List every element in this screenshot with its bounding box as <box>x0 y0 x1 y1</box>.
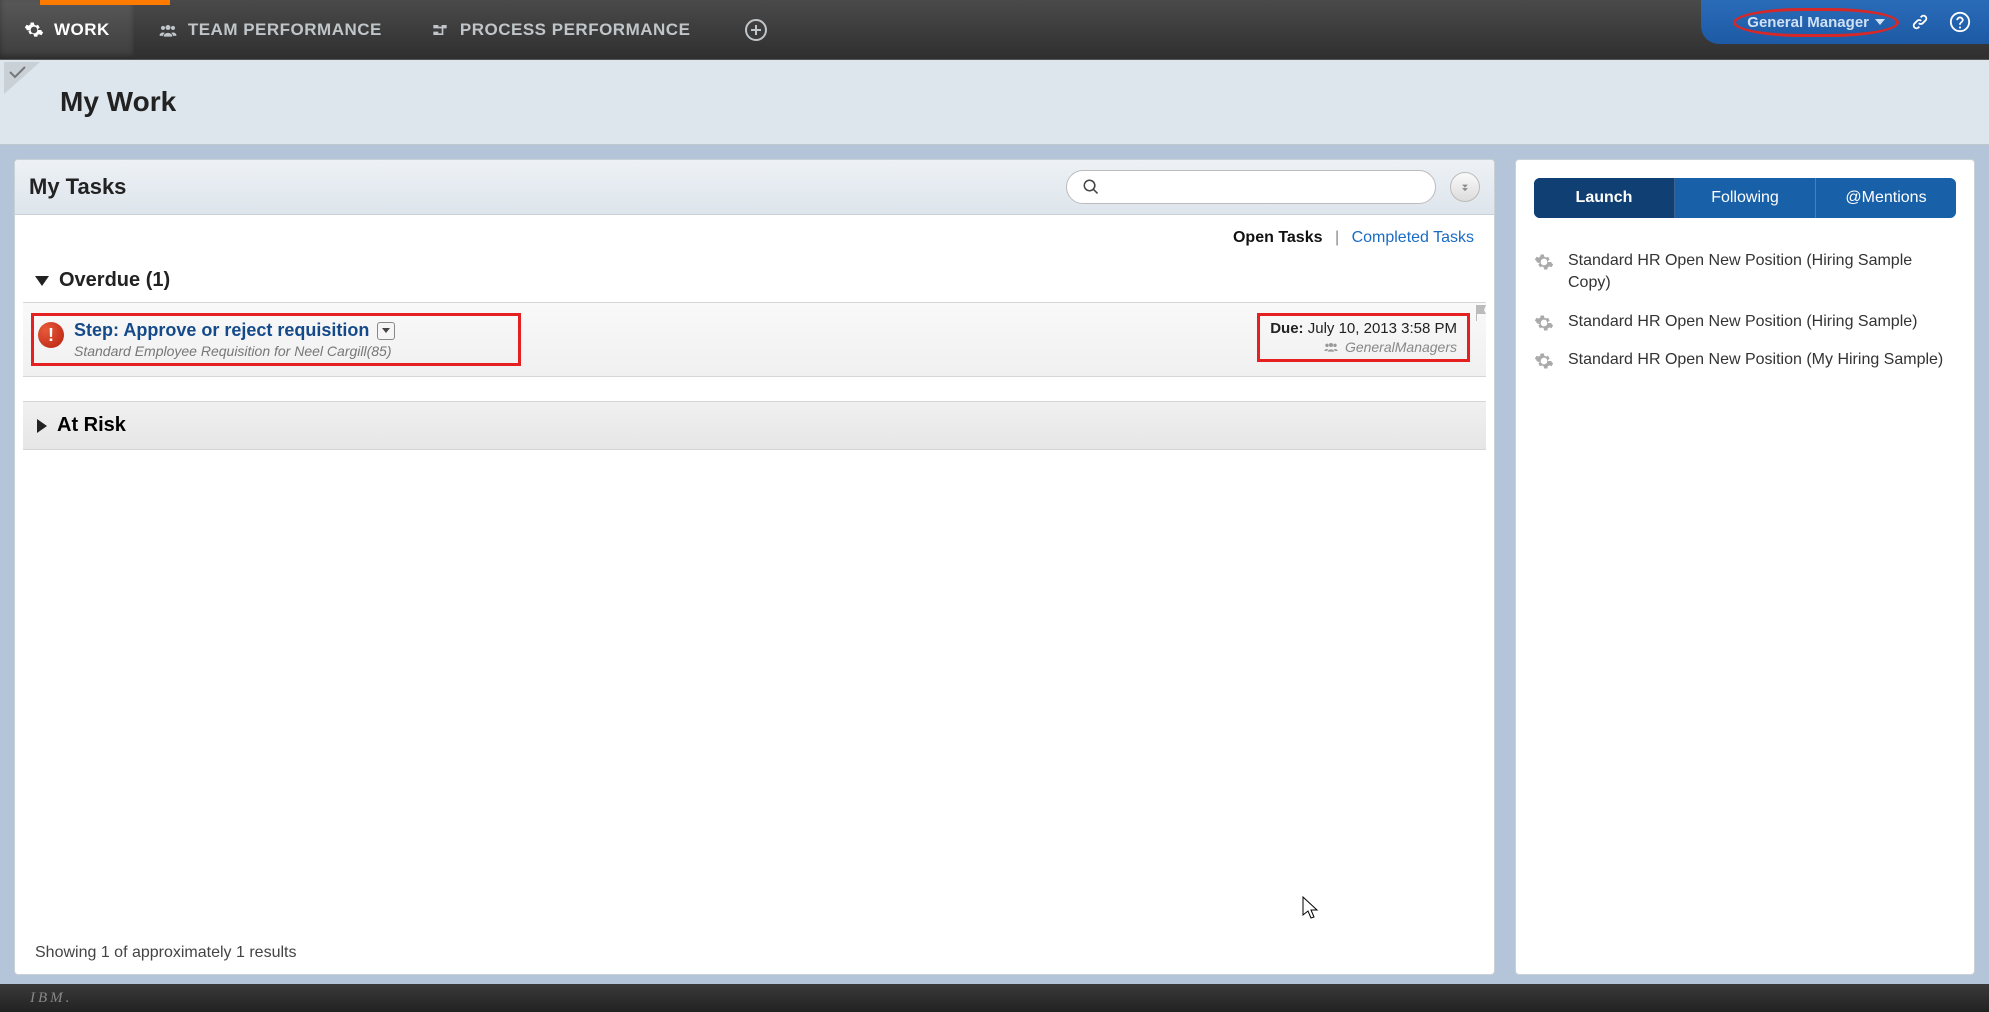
atrisk-section-label: At Risk <box>57 414 126 437</box>
launch-item[interactable]: Standard HR Open New Position (My Hiring… <box>1534 341 1956 379</box>
atrisk-section-header[interactable]: At Risk <box>23 401 1486 450</box>
chevron-right-icon <box>37 419 47 433</box>
chevron-down-icon <box>1875 19 1885 25</box>
results-count: Showing 1 of approximately 1 results <box>35 944 296 962</box>
overdue-section-header[interactable]: Overdue (1) <box>15 251 1494 300</box>
sidebar-panel: Launch Following @Mentions Standard HR O… <box>1515 159 1975 975</box>
overdue-alert-icon: ! <box>38 322 64 348</box>
main-content: My Tasks Open Tasks | Completed Tasks <box>0 145 1989 975</box>
task-title-link[interactable]: Step: Approve or reject requisition <box>74 320 369 341</box>
nav-work[interactable]: WORK <box>0 0 134 59</box>
gear-icon <box>1534 252 1554 272</box>
task-action-dropdown[interactable] <box>377 322 395 340</box>
page-title: My Work <box>60 86 176 118</box>
flag-icon[interactable] <box>1474 305 1488 321</box>
page-corner-fold <box>0 60 40 94</box>
task-subtitle: Standard Employee Requisition for Neel C… <box>74 343 395 359</box>
launch-item-label: Standard HR Open New Position (My Hiring… <box>1568 349 1943 371</box>
open-tasks-link[interactable]: Open Tasks <box>1233 229 1323 246</box>
tasks-panel: My Tasks Open Tasks | Completed Tasks <box>14 159 1495 975</box>
launch-item-label: Standard HR Open New Position (Hiring Sa… <box>1568 311 1917 333</box>
top-nav: WORK TEAM PERFORMANCE PROCESS PERFORMANC… <box>0 0 1989 60</box>
overdue-section-label: Overdue (1) <box>59 269 170 292</box>
footer: IBM. <box>0 984 1989 1012</box>
user-name: General Manager <box>1747 14 1869 31</box>
page-header: My Work <box>0 60 1989 145</box>
task-filter-links: Open Tasks | Completed Tasks <box>15 215 1494 251</box>
user-area: General Manager <box>1701 0 1989 44</box>
tab-mentions[interactable]: @Mentions <box>1816 178 1956 218</box>
launch-list: Standard HR Open New Position (Hiring Sa… <box>1534 242 1956 380</box>
due-label: Due: <box>1270 320 1303 337</box>
user-dropdown[interactable]: General Manager <box>1741 12 1891 33</box>
tasks-title: My Tasks <box>29 174 126 200</box>
task-row[interactable]: ! Step: Approve or reject requisition St… <box>23 302 1486 377</box>
search-box <box>1066 170 1436 204</box>
launch-item[interactable]: Standard HR Open New Position (Hiring Sa… <box>1534 303 1956 341</box>
footer-brand: IBM. <box>30 990 72 1007</box>
gear-icon <box>24 20 44 40</box>
team-icon <box>158 20 178 40</box>
nav-process-performance[interactable]: PROCESS PERFORMANCE <box>406 0 715 59</box>
task-assignee: GeneralManagers <box>1345 339 1457 355</box>
active-tab-indicator <box>40 0 170 5</box>
nav-team-performance[interactable]: TEAM PERFORMANCE <box>134 0 406 59</box>
link-icon[interactable] <box>1909 11 1931 33</box>
tab-launch[interactable]: Launch <box>1534 178 1675 218</box>
nav-work-label: WORK <box>54 20 110 40</box>
tasks-header-bar: My Tasks <box>15 160 1494 215</box>
tab-following[interactable]: Following <box>1675 178 1816 218</box>
launch-item-label: Standard HR Open New Position (Hiring Sa… <box>1568 250 1956 295</box>
nav-team-label: TEAM PERFORMANCE <box>188 20 382 40</box>
gear-icon <box>1534 351 1554 371</box>
completed-tasks-link[interactable]: Completed Tasks <box>1352 229 1474 246</box>
chevron-down-icon <box>35 276 49 286</box>
collapse-button[interactable] <box>1450 172 1480 202</box>
task-due-area-highlighted: Due: July 10, 2013 3:58 PM GeneralManage… <box>1257 313 1470 362</box>
add-tab-button[interactable] <box>744 18 768 42</box>
sidebar-tabs: Launch Following @Mentions <box>1534 178 1956 218</box>
search-icon <box>1082 178 1100 196</box>
nav-process-label: PROCESS PERFORMANCE <box>460 20 691 40</box>
due-value: July 10, 2013 3:58 PM <box>1308 320 1457 337</box>
group-icon <box>1323 340 1339 354</box>
gear-icon <box>1534 313 1554 333</box>
chevron-down-icon <box>382 328 390 333</box>
search-input[interactable] <box>1066 170 1436 204</box>
task-title-area-highlighted: ! Step: Approve or reject requisition St… <box>31 313 521 366</box>
launch-item[interactable]: Standard HR Open New Position (Hiring Sa… <box>1534 242 1956 303</box>
process-icon <box>430 20 450 40</box>
help-icon[interactable] <box>1949 11 1971 33</box>
